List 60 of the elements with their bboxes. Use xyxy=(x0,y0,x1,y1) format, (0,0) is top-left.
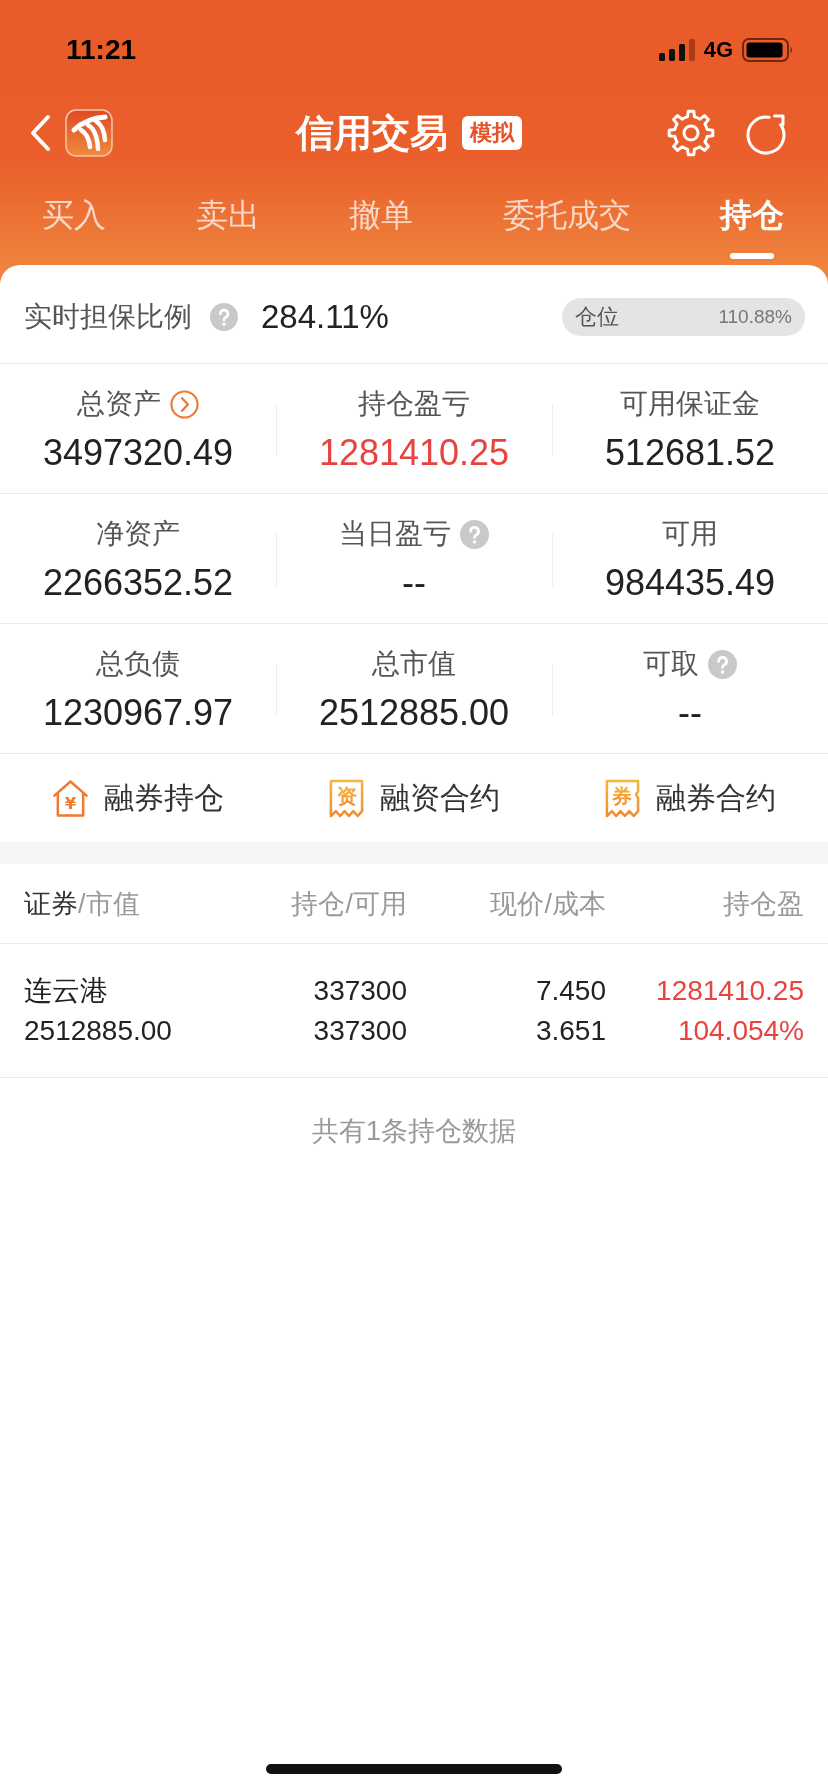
summary-value: -- xyxy=(402,561,426,605)
summary-value: 2512885.00 xyxy=(318,691,510,735)
battery-icon xyxy=(742,38,794,62)
ticket-icon: 券 xyxy=(604,778,641,818)
table-cell-text: 1281410.25 xyxy=(656,974,804,1008)
column-header: 持仓/可用 xyxy=(290,887,407,921)
ratio-label: 实时担保比例 xyxy=(24,300,192,334)
tab[interactable]: 卖出 xyxy=(195,176,260,262)
summary-label: 持仓盈亏 xyxy=(358,387,470,421)
summary-value: 512681.52 xyxy=(604,431,776,475)
table-cell-text: 337300 xyxy=(313,1014,407,1048)
summary-label: 可用 xyxy=(662,517,718,551)
table-cell-text: 104.054% xyxy=(677,1014,804,1048)
help-icon[interactable] xyxy=(708,649,737,679)
summary-label: 当日盈亏 xyxy=(339,517,451,551)
position-value: 110.88% xyxy=(718,306,792,328)
summary-label: 总市值 xyxy=(372,647,456,681)
summary-value: -- xyxy=(678,691,702,735)
summary-value: 984435.49 xyxy=(604,561,776,605)
shortcut-button[interactable]: ¥ 融券持仓 xyxy=(52,777,224,819)
summary-label: 总负债 xyxy=(96,647,180,681)
summary-label: 可取 xyxy=(643,647,699,681)
record-count: 共有1条持仓数据 xyxy=(312,1115,516,1148)
mode-badge: 模拟 xyxy=(462,116,522,150)
back-button[interactable] xyxy=(29,114,51,152)
settings-button[interactable] xyxy=(666,108,716,158)
network-label: 4G xyxy=(703,37,733,63)
summary-label: 总资产 xyxy=(77,387,161,421)
summary-label: 可用保证金 xyxy=(620,387,760,421)
document-icon: 资 xyxy=(328,778,365,818)
table-cell-text: 3.651 xyxy=(535,1014,606,1048)
column-header: 证券/市值 xyxy=(24,887,141,921)
summary-value: 2266352.52 xyxy=(42,561,234,605)
summary-label: 净资产 xyxy=(96,517,180,551)
table-cell-text: 连云港 xyxy=(24,974,108,1008)
table-cell-text: 337300 xyxy=(313,974,407,1008)
table-cell-text: 7.450 xyxy=(535,974,606,1008)
chevron-right-circle-icon[interactable] xyxy=(170,389,199,419)
shortcut-button[interactable]: 资 融资合约 xyxy=(328,777,500,819)
status-time: 11:21 xyxy=(66,34,137,66)
position-label: 仓位 xyxy=(575,303,619,331)
settings-icon xyxy=(666,108,716,158)
signal-icon xyxy=(658,39,695,61)
table-cell-text: 2512885.00 xyxy=(24,1014,172,1048)
app-logo-icon xyxy=(65,109,113,157)
tab[interactable]: 持仓 xyxy=(720,176,784,262)
shortcut-button[interactable]: 券 融券合约 xyxy=(604,777,776,819)
help-icon[interactable] xyxy=(210,303,238,331)
chevron-left-icon xyxy=(29,114,51,152)
tab[interactable]: 委托成交 xyxy=(502,176,631,262)
summary-value: 3497320.49 xyxy=(42,431,234,475)
page-title: 信用交易 xyxy=(296,111,448,156)
tab[interactable]: 撤单 xyxy=(349,176,413,262)
column-header: 现价/成本 xyxy=(489,887,606,921)
summary-value: 1230967.97 xyxy=(42,691,234,735)
help-icon[interactable] xyxy=(460,519,489,549)
column-header: 持仓盈 xyxy=(722,887,804,921)
ratio-value: 284.11% xyxy=(261,298,389,336)
tab[interactable]: 买入 xyxy=(42,176,106,262)
summary-value: 1281410.25 xyxy=(318,431,510,475)
